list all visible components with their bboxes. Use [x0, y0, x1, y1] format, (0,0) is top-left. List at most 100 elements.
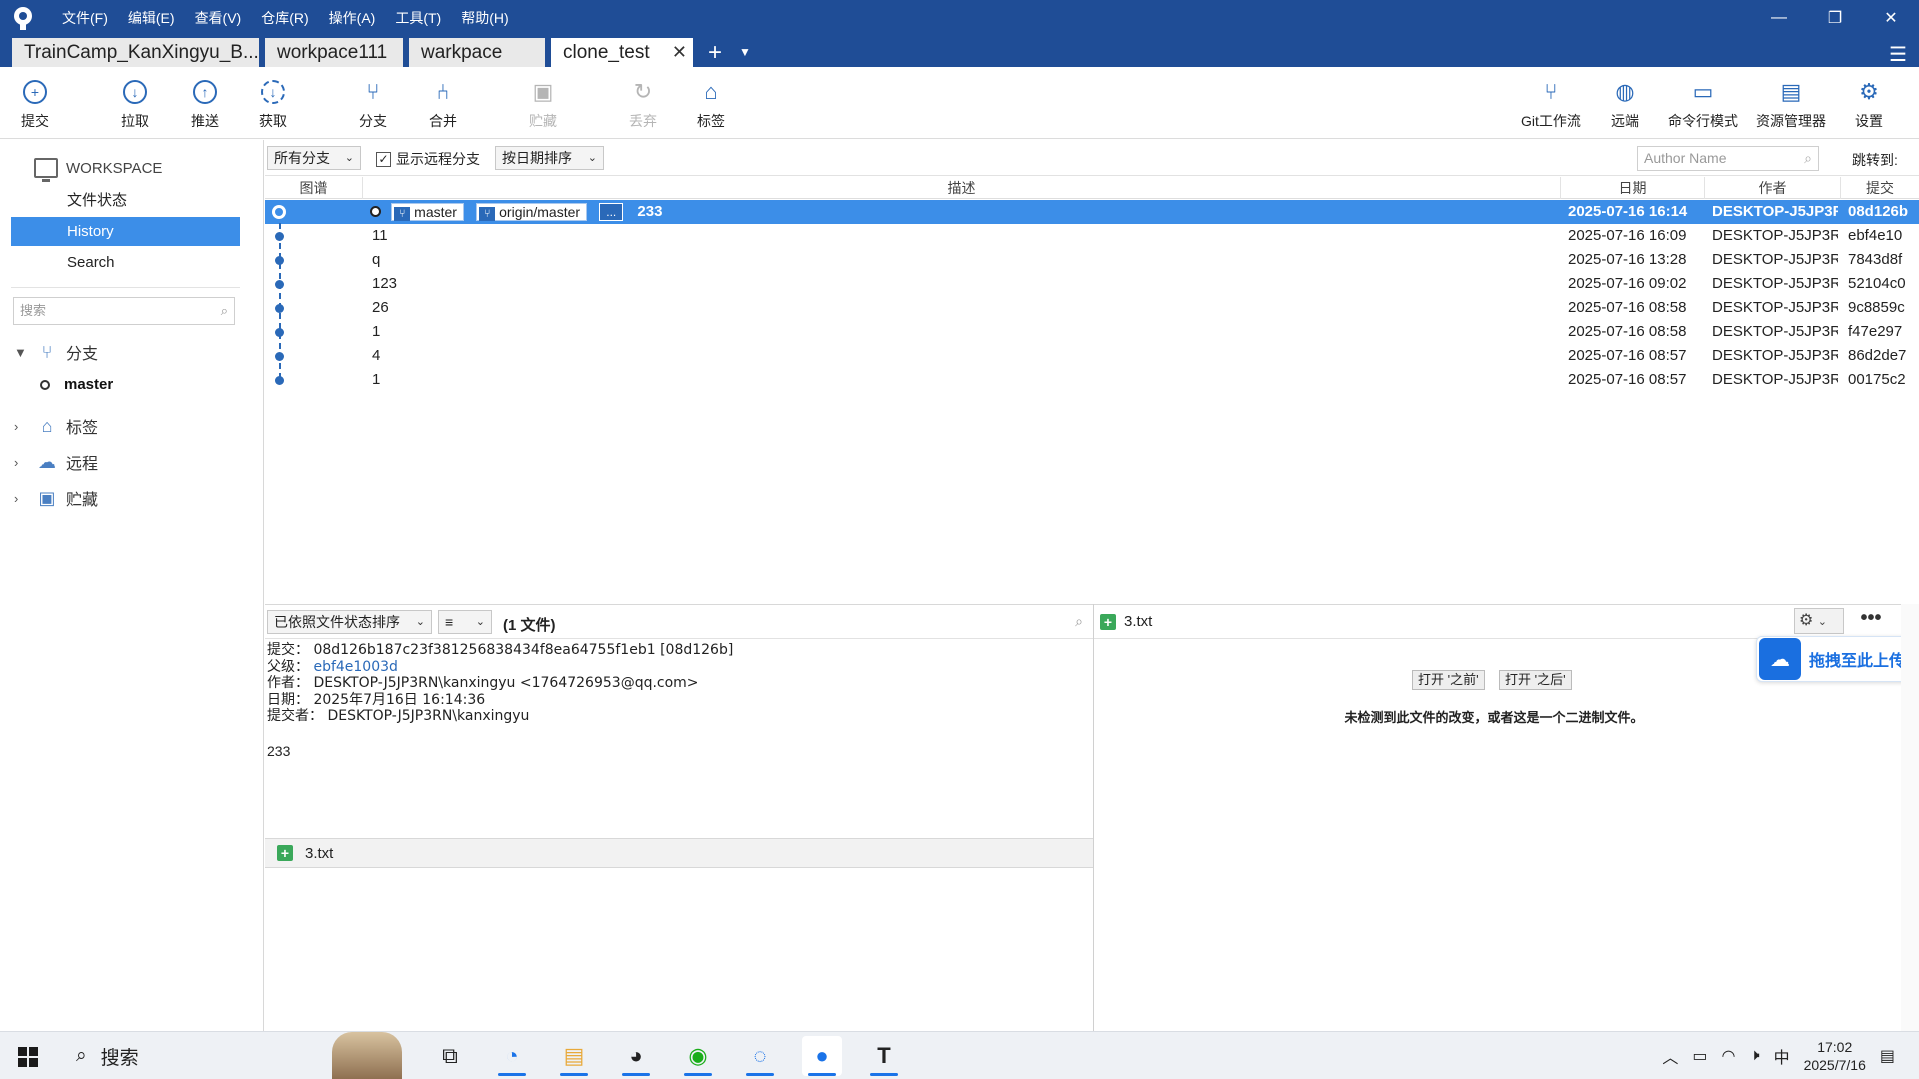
windows-start-icon[interactable] [18, 1047, 38, 1067]
menu-edit[interactable]: 编辑(E) [118, 0, 185, 36]
drag-upload-widget[interactable]: ☁ 拖拽至此上传 [1756, 636, 1916, 682]
tab-clone-test[interactable]: clone_test ✕ [551, 38, 693, 67]
tab-traincamp[interactable]: TrainCamp_KanXingyu_B... [12, 38, 259, 67]
sidebar-item-file-status[interactable]: 文件状态 [11, 186, 240, 215]
sidebar-divider [11, 287, 240, 288]
file-sort-select[interactable]: 已依照文件状态排序 ⌄ [267, 610, 432, 634]
tab-dropdown-icon[interactable]: ▼ [733, 38, 757, 67]
wifi-icon[interactable]: ◠ [1722, 1046, 1736, 1066]
settings-button[interactable]: ⚙ 设置 [1834, 67, 1904, 139]
pull-button[interactable]: ↓ 拉取 [100, 67, 170, 139]
qq-icon[interactable]: ◕ [616, 1036, 656, 1076]
sort-select[interactable]: 按日期排序 ⌄ [495, 146, 604, 170]
chat-app-icon[interactable]: ◌ [740, 1036, 780, 1076]
graph-node[interactable] [275, 328, 284, 337]
tab-workpace111[interactable]: workpace111 [265, 38, 403, 67]
push-button[interactable]: ↑ 推送 [170, 67, 240, 139]
minimize-button[interactable]: — [1751, 0, 1807, 36]
sidebar-group-branches[interactable]: ▼ ⑂ 分支 [14, 340, 98, 364]
ime-indicator[interactable]: 中 [1774, 1044, 1790, 1068]
show-remote-branches-checkbox[interactable]: ✓ 显示远程分支 [376, 149, 480, 169]
wechat-icon[interactable]: ◉ [678, 1036, 718, 1076]
history-row[interactable]: 123 2025-07-16 09:02 DESKTOP-J5JP3R 5210… [265, 272, 1919, 296]
history-row[interactable]: 26 2025-07-16 08:58 DESKTOP-J5JP3R 9c885… [265, 296, 1919, 320]
restore-button[interactable]: ❐ [1807, 0, 1863, 36]
tab-warkpace[interactable]: warkpace [409, 38, 545, 67]
branch-label-master[interactable]: ⑂ master [391, 203, 464, 221]
battery-icon[interactable]: ▭ [1692, 1046, 1707, 1066]
graph-node[interactable] [275, 304, 284, 313]
branch-button[interactable]: ⑂ 分支 [338, 67, 408, 139]
branch-filter-select[interactable]: 所有分支 ⌄ [267, 146, 361, 170]
search-icon[interactable]: ⌕ [1075, 613, 1083, 630]
sidebar-group-remotes[interactable]: › ☁ 远程 [14, 450, 98, 474]
terminal-button[interactable]: ▭ 命令行模式 [1668, 67, 1738, 139]
sidebar-item-search[interactable]: Search [11, 248, 240, 277]
sidebar-branch-master[interactable]: master [40, 376, 113, 393]
diff-options-button[interactable]: ⚙ ⌄ [1794, 608, 1844, 634]
menu-tools[interactable]: 工具(T) [385, 0, 451, 36]
graph-node-head[interactable] [273, 206, 285, 218]
sourcetree-taskbar-icon[interactable]: ● [802, 1036, 842, 1076]
history-row[interactable]: 11 2025-07-16 16:09 DESKTOP-J5JP3R ebf4e… [265, 224, 1919, 248]
graph-node[interactable] [275, 232, 284, 241]
sidebar-group-stashes[interactable]: › ▣ 贮藏 [14, 486, 98, 510]
commit-button[interactable]: + 提交 [0, 67, 70, 139]
add-tab-button[interactable]: + [697, 38, 733, 67]
history-row[interactable]: q 2025-07-16 13:28 DESKTOP-J5JP3R 7843d8… [265, 248, 1919, 272]
merge-button[interactable]: ⑃ 合并 [408, 67, 478, 139]
discard-button[interactable]: ↻ 丢弃 [608, 67, 678, 139]
menu-repository[interactable]: 仓库(R) [251, 0, 318, 36]
author-filter-input[interactable]: Author Name ⌕ [1637, 146, 1819, 171]
pane-splitter[interactable] [1093, 604, 1094, 1031]
column-description[interactable]: 描述 [363, 177, 1561, 199]
history-row[interactable]: 4 2025-07-16 08:57 DESKTOP-J5JP3R 86d2de… [265, 344, 1919, 368]
title-bar: 文件(F) 编辑(E) 查看(V) 仓库(R) 操作(A) 工具(T) 帮助(H… [0, 0, 1919, 36]
diff-scrollbar[interactable] [1901, 604, 1919, 1031]
branch-label-origin-master[interactable]: ⑂ origin/master [476, 203, 588, 221]
menu-actions[interactable]: 操作(A) [319, 0, 386, 36]
history-row[interactable]: 1 2025-07-16 08:57 DESKTOP-J5JP3R 00175c… [265, 368, 1919, 392]
fetch-button[interactable]: ↓ 获取 [238, 67, 308, 139]
stash-button[interactable]: ▣ 贮藏 [508, 67, 578, 139]
typora-icon[interactable]: T [864, 1036, 904, 1076]
graph-node[interactable] [275, 376, 284, 385]
changed-file-row[interactable]: + 3.txt [265, 838, 1093, 868]
chevron-up-icon[interactable]: ︿ [1662, 1044, 1678, 1068]
menu-help[interactable]: 帮助(H) [451, 0, 518, 36]
parent-commit-link[interactable]: ebf4e1003d [313, 659, 397, 675]
column-commit[interactable]: 提交 [1841, 177, 1919, 199]
edge-browser-icon[interactable]: ◔ [492, 1036, 532, 1076]
tag-button[interactable]: ⌂ 标签 [676, 67, 746, 139]
hamburger-menu-icon[interactable]: ☰ [1889, 42, 1907, 67]
taskbar-search[interactable]: ⌕ 搜索 [60, 1032, 420, 1079]
list-view-select[interactable]: ≡ ⌄ [438, 610, 492, 634]
sidebar-group-tags[interactable]: › ⌂ 标签 [14, 414, 98, 438]
explorer-button[interactable]: ▤ 资源管理器 [1756, 67, 1826, 139]
speaker-muted-icon[interactable]: 🕨 [1749, 1047, 1759, 1065]
menu-view[interactable]: 查看(V) [185, 0, 252, 36]
open-after-button[interactable]: 打开 '之后' [1499, 670, 1572, 690]
graph-node[interactable] [275, 280, 284, 289]
more-actions-button[interactable]: ••• [1856, 608, 1886, 634]
column-graph[interactable]: 图谱 [265, 177, 363, 199]
close-window-button[interactable]: ✕ [1863, 0, 1919, 36]
history-row[interactable]: 1 2025-07-16 08:58 DESKTOP-J5JP3R f47e29… [265, 320, 1919, 344]
graph-node[interactable] [275, 256, 284, 265]
sidebar-search-input[interactable]: 搜索 ⌕ [13, 297, 235, 325]
remote-button[interactable]: ◍ 远端 [1590, 67, 1660, 139]
sidebar-item-history[interactable]: History [11, 217, 240, 246]
notification-icon[interactable]: ▤ [1880, 1046, 1895, 1066]
menu-file[interactable]: 文件(F) [52, 0, 118, 36]
column-date[interactable]: 日期 [1561, 177, 1705, 199]
column-author[interactable]: 作者 [1705, 177, 1841, 199]
history-row[interactable]: ⑂ master ⑂ origin/master ... 233 2025-07-1… [265, 200, 1919, 224]
more-labels-badge[interactable]: ... [599, 203, 624, 221]
taskbar-clock[interactable]: 17:02 2025/7/16 [1804, 1038, 1866, 1074]
graph-node[interactable] [275, 352, 284, 361]
open-before-button[interactable]: 打开 '之前' [1412, 670, 1485, 690]
gitflow-button[interactable]: ⑂ Git工作流 [1516, 67, 1586, 139]
file-explorer-icon[interactable]: ▤ [554, 1036, 594, 1076]
task-view-icon[interactable]: ⧉ [430, 1036, 470, 1076]
close-tab-icon[interactable]: ✕ [672, 38, 687, 67]
